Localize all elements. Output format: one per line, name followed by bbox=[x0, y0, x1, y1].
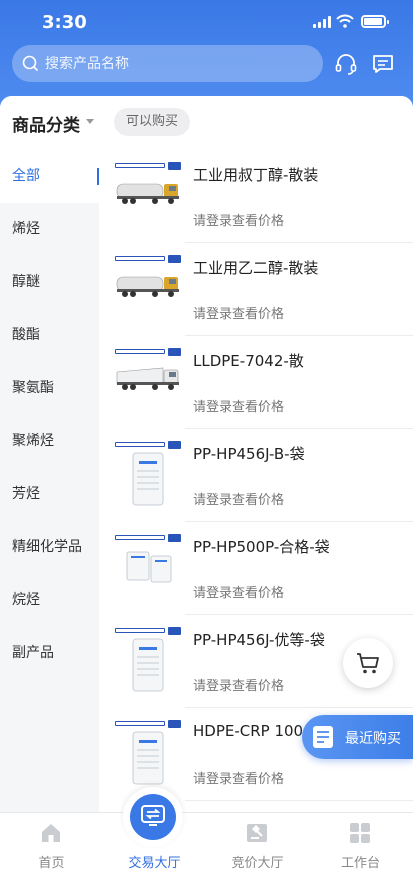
status-bar: 3:30 bbox=[0, 0, 413, 44]
list-item[interactable]: 工业用叔丁醇-散装 请登录查看价格 bbox=[99, 150, 413, 243]
product-name: LLDPE-7042-散 bbox=[193, 352, 304, 370]
resin-bag-pair-image bbox=[115, 534, 181, 600]
product-price: 请登录查看价格 bbox=[193, 400, 285, 415]
list-item[interactable]: 工业用乙二醇-散装 请登录查看价格 bbox=[99, 243, 413, 336]
sidebar-item-aromatics[interactable]: 芳烃 bbox=[0, 468, 99, 521]
bottom-tab-bar: 首页 交易大厅 竞价大厅 工作台 bbox=[0, 812, 413, 896]
tab-bidding-hall-label: 竞价大厅 bbox=[231, 856, 284, 871]
shopping-cart-icon bbox=[357, 653, 379, 674]
product-price: 请登录查看价格 bbox=[193, 307, 285, 322]
product-name: PP-HP456J-优等-袋 bbox=[193, 631, 325, 649]
list-item[interactable]: PP-HP500P-合格-袋 请登录查看价格 bbox=[99, 522, 413, 615]
product-price: 请登录查看价格 bbox=[193, 772, 285, 787]
sidebar-item-alcohol-ethers[interactable]: 醇醚 bbox=[0, 256, 99, 309]
grid-icon bbox=[350, 823, 370, 843]
product-name: 工业用乙二醇-散装 bbox=[193, 259, 319, 277]
trading-hall-center-button[interactable] bbox=[123, 787, 183, 847]
category-bar: 商品分类 可以购买 bbox=[0, 96, 413, 150]
tab-trading-hall-label: 交易大厅 bbox=[128, 856, 181, 871]
sidebar-item-polyolefins[interactable]: 聚烯烃 bbox=[0, 415, 99, 468]
exchange-icon bbox=[141, 805, 165, 826]
product-price: 请登录查看价格 bbox=[193, 586, 285, 601]
buyable-filter-button[interactable]: 可以购买 bbox=[114, 108, 191, 136]
tab-workbench[interactable]: 工作台 bbox=[309, 813, 412, 896]
sidebar-item-byproducts[interactable]: 副产品 bbox=[0, 627, 99, 680]
cart-button[interactable] bbox=[343, 638, 393, 688]
status-time: 3:30 bbox=[42, 12, 87, 33]
caret-down-icon[interactable] bbox=[86, 119, 94, 124]
search-input[interactable] bbox=[45, 55, 305, 72]
recent-purchases-button[interactable]: 最近购买 bbox=[302, 715, 413, 759]
product-name: PP-HP500P-合格-袋 bbox=[193, 538, 330, 556]
sidebar-item-polyurethane[interactable]: 聚氨酯 bbox=[0, 362, 99, 415]
category-title[interactable]: 商品分类 bbox=[12, 111, 80, 136]
product-price: 请登录查看价格 bbox=[193, 679, 285, 694]
list-item[interactable]: LLDPE-7042-散 请登录查看价格 bbox=[99, 336, 413, 429]
search-bar[interactable] bbox=[12, 45, 323, 82]
list-item[interactable]: PP-HP456J-B-袋 请登录查看价格 bbox=[99, 429, 413, 522]
tab-bidding-hall[interactable]: 竞价大厅 bbox=[206, 813, 309, 896]
tanker-truck-image bbox=[115, 255, 181, 321]
bulk-truck-image bbox=[115, 348, 181, 414]
app-header: 3:30 bbox=[0, 0, 413, 110]
search-icon bbox=[22, 55, 39, 72]
content-sheet: 商品分类 可以购买 全部 烯烃 醇醚 酸酯 聚氨酯 聚烯烃 芳烃 精细化学品 烷… bbox=[0, 96, 413, 896]
receipt-icon bbox=[313, 726, 333, 748]
trading-hall-icon-bg bbox=[130, 794, 176, 840]
sidebar-item-all[interactable]: 全部 bbox=[0, 150, 99, 203]
category-sidebar: 全部 烯烃 醇醚 酸酯 聚氨酯 聚烯烃 芳烃 精细化学品 烷烃 副产品 bbox=[0, 150, 99, 896]
product-name: HDPE-CRP 100 bbox=[193, 722, 304, 740]
sidebar-item-acid-esters[interactable]: 酸酯 bbox=[0, 309, 99, 362]
product-list: 工业用叔丁醇-散装 请登录查看价格 工业用乙二醇-散装 请登录查看价格 LLDP… bbox=[99, 150, 413, 896]
headset-icon[interactable] bbox=[334, 52, 358, 76]
sidebar-item-olefins[interactable]: 烯烃 bbox=[0, 203, 99, 256]
message-icon[interactable] bbox=[371, 52, 395, 76]
resin-bag-image bbox=[115, 627, 181, 693]
gavel-icon bbox=[247, 824, 267, 842]
product-name: 工业用叔丁醇-散装 bbox=[193, 166, 319, 184]
cellular-signal-icon bbox=[313, 16, 333, 28]
product-price: 请登录查看价格 bbox=[193, 214, 285, 229]
tab-home[interactable]: 首页 bbox=[0, 813, 103, 896]
tab-workbench-label: 工作台 bbox=[340, 856, 380, 871]
wifi-icon bbox=[336, 14, 354, 28]
home-icon bbox=[42, 824, 60, 842]
tab-home-label: 首页 bbox=[38, 856, 65, 871]
resin-bag-image bbox=[115, 441, 181, 507]
product-price: 请登录查看价格 bbox=[193, 493, 285, 508]
sidebar-item-fine-chemicals[interactable]: 精细化学品 bbox=[0, 521, 99, 574]
recent-purchases-label: 最近购买 bbox=[345, 731, 401, 747]
battery-icon bbox=[361, 15, 389, 28]
sidebar-item-alkanes[interactable]: 烷烃 bbox=[0, 574, 99, 627]
resin-bag-image bbox=[115, 720, 181, 786]
tanker-truck-image bbox=[115, 162, 181, 228]
product-name: PP-HP456J-B-袋 bbox=[193, 445, 305, 463]
